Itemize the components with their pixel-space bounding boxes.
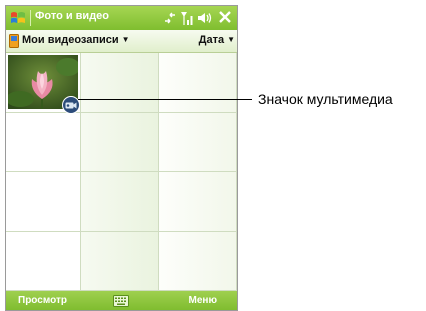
sort-dropdown[interactable]: Дата ▼ — [199, 34, 235, 46]
folder-dropdown-label: Мои видеозаписи — [22, 34, 119, 46]
empty-thumbnail-cell — [81, 53, 159, 113]
empty-thumbnail-cell — [81, 172, 159, 232]
window-title: Фото и видео — [35, 10, 110, 22]
callout-label: Значок мультимедиа — [258, 91, 393, 107]
empty-thumbnail-cell — [159, 112, 237, 172]
volume-icon[interactable] — [196, 9, 212, 27]
toolbar: Мои видеозаписи ▼ Дата ▼ — [6, 30, 237, 53]
chevron-down-icon: ▼ — [121, 35, 130, 44]
chevron-down-icon: ▼ — [227, 35, 235, 44]
softkey-bar: Просмотр Меню — [6, 291, 237, 310]
callout-line — [78, 99, 252, 100]
folder-dropdown[interactable]: Мои видеозаписи ▼ — [22, 34, 130, 46]
signal-icon[interactable] — [180, 9, 194, 27]
empty-thumbnail-cell — [6, 231, 81, 291]
empty-thumbnail-cell — [6, 112, 81, 172]
video-folder-icon — [9, 34, 19, 48]
view-softkey[interactable]: Просмотр — [18, 295, 67, 306]
thumbnail-grid — [6, 53, 237, 291]
empty-thumbnail-cell — [81, 231, 159, 291]
empty-thumbnail-cell — [81, 112, 159, 172]
empty-thumbnail-cell — [6, 172, 81, 232]
empty-thumbnail-cell — [159, 231, 237, 291]
empty-thumbnail-cell — [159, 172, 237, 232]
title-bar: Фото и видео — [6, 6, 237, 30]
device-screen: Фото и видео Мои видеозаписи ▼ Дата ▼ Пр… — [5, 5, 238, 311]
keyboard-icon[interactable] — [113, 295, 129, 307]
empty-thumbnail-cell — [159, 53, 237, 113]
sort-dropdown-label: Дата — [198, 34, 225, 46]
close-icon[interactable] — [217, 9, 233, 25]
menu-softkey[interactable]: Меню — [189, 295, 217, 306]
video-thumbnail-cell[interactable] — [6, 53, 81, 114]
title-separator — [30, 10, 31, 26]
connectivity-icon[interactable] — [162, 9, 178, 27]
windows-flag-icon[interactable] — [9, 9, 27, 27]
